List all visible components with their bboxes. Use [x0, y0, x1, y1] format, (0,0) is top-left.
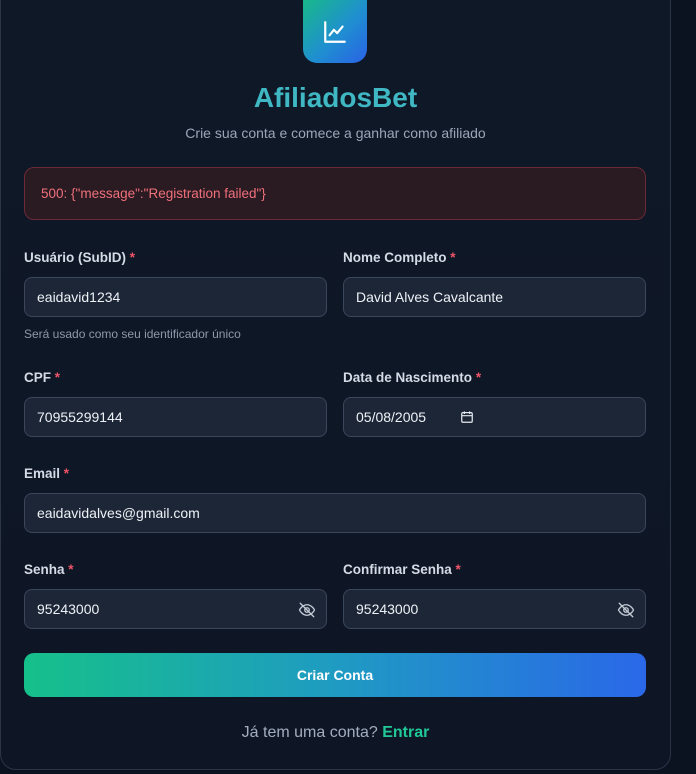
required-marker: * — [455, 562, 461, 577]
fullname-label-text: Nome Completo — [343, 250, 447, 265]
confirm-password-label: Confirmar Senha * — [343, 562, 461, 577]
birthdate-label-text: Data de Nascimento — [343, 370, 473, 385]
email-input[interactable]: eaidavidalves@gmail.com — [24, 493, 646, 533]
cpf-label: CPF * — [24, 370, 60, 385]
email-value: eaidavidalves@gmail.com — [37, 505, 200, 521]
required-marker: * — [450, 250, 456, 265]
username-label: Usuário (SubID) * — [24, 250, 135, 265]
error-message: 500: {"message":"Registration failed"} — [41, 186, 266, 201]
brand-title: AfiliadosBet — [253, 82, 418, 113]
required-marker: * — [63, 466, 70, 481]
password-value: 95243000 — [37, 601, 100, 617]
birthdate-value: 05/08/2005 — [356, 409, 427, 425]
password-label: Senha * — [24, 562, 74, 577]
cpf-input[interactable]: 70955299144 — [24, 397, 327, 437]
username-input[interactable]: eaidavid1234 — [24, 277, 327, 317]
confirm-password-label-text: Confirmar Senha — [343, 562, 452, 577]
birthdate-label: Data de Nascimento * — [343, 370, 481, 385]
login-link[interactable]: Entrar — [382, 724, 429, 741]
confirm-password-value: 95243000 — [356, 601, 419, 617]
required-marker: * — [129, 250, 136, 265]
line-chart-icon — [324, 20, 346, 43]
confirm-password-input[interactable]: 95243000 — [343, 589, 646, 629]
calendar-icon[interactable] — [460, 410, 474, 424]
eye-off-icon[interactable] — [298, 601, 316, 619]
login-prompt: Já tem uma conta? Entrar — [0, 724, 671, 742]
fullname-input[interactable]: David Alves Cavalcante — [343, 277, 646, 317]
cpf-value: 70955299144 — [37, 409, 123, 425]
email-label-text: Email — [24, 466, 61, 481]
cpf-label-text: CPF — [24, 370, 51, 385]
required-marker: * — [68, 562, 74, 577]
brand-logo — [303, 0, 367, 63]
brand-subtitle: Crie sua conta e comece a ganhar como af… — [185, 125, 486, 141]
required-marker: * — [54, 370, 61, 385]
password-label-text: Senha — [24, 562, 65, 577]
birthdate-input[interactable]: 05/08/2005 — [343, 397, 646, 437]
eye-off-icon[interactable] — [617, 601, 635, 619]
create-account-button[interactable]: Criar Conta — [24, 653, 646, 697]
password-input[interactable]: 95243000 — [24, 589, 327, 629]
username-value: eaidavid1234 — [37, 289, 121, 305]
username-label-text: Usuário (SubID) — [24, 250, 127, 265]
fullname-label: Nome Completo * — [343, 250, 456, 265]
email-label: Email * — [24, 466, 69, 481]
fullname-value: David Alves Cavalcante — [356, 289, 504, 305]
username-hint: Será usado como seu identificador único — [24, 327, 241, 341]
create-account-label: Criar Conta — [296, 667, 374, 683]
login-prompt-text: Já tem uma conta? — [241, 724, 378, 741]
error-alert: 500: {"message":"Registration failed"} — [24, 167, 646, 220]
page: AfiliadosBet Crie sua conta e comece a g… — [0, 0, 696, 774]
required-marker: * — [475, 370, 482, 385]
